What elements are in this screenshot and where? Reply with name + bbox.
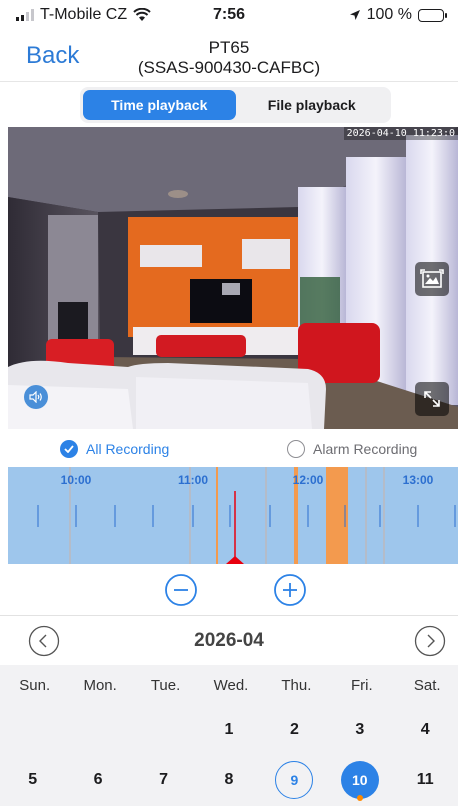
tab-file-playback[interactable]: File playback — [236, 90, 389, 120]
weekday-mon: Mon. — [83, 676, 117, 694]
camera-scene — [8, 127, 458, 429]
calendar-day-empty — [65, 705, 130, 755]
page-title: PT65 (SSAS-900430-CAFBC) — [0, 38, 458, 78]
playback-mode-segment: Time playback File playback — [80, 87, 391, 123]
sound-button[interactable] — [24, 385, 48, 409]
speaker-icon — [29, 391, 42, 403]
battery-percent: 100 % — [366, 6, 412, 23]
calendar-day[interactable]: 3 — [341, 711, 379, 749]
calendar-day[interactable]: 5 — [14, 761, 52, 799]
calendar-week-2: 5 6 7 8 9 10 11 — [0, 755, 458, 805]
zoom-in-button[interactable] — [273, 573, 307, 607]
video-timestamp: 2026-04-10 11:23:0 — [343, 127, 458, 140]
calendar: Sun. Mon. Tue. Wed. Thu. Fri. Sat. 1 2 3… — [0, 665, 458, 806]
calendar-day-today[interactable]: 9 — [275, 761, 314, 799]
calendar-day[interactable]: 8 — [210, 761, 248, 799]
recording-filter: All Recording Alarm Recording — [0, 437, 458, 463]
fullscreen-icon — [424, 391, 440, 407]
weekday-sun: Sun. — [19, 676, 51, 694]
calendar-day[interactable]: 7 — [145, 761, 183, 799]
next-month-button[interactable] — [414, 625, 446, 657]
minus-circle-icon — [165, 574, 197, 606]
weekday-sat: Sat. — [413, 676, 441, 694]
alarm-recording-option[interactable]: Alarm Recording — [287, 440, 417, 458]
timeline-label-3: 13:00 — [403, 473, 434, 487]
current-month: 2026-04 — [194, 630, 264, 651]
chevron-right-icon — [414, 625, 446, 657]
calendar-day[interactable]: 6 — [79, 761, 117, 799]
plus-circle-icon — [274, 574, 306, 606]
recording-indicator-dot — [356, 795, 363, 801]
calendar-day[interactable]: 2 — [275, 711, 313, 749]
snapshot-button[interactable] — [415, 262, 449, 296]
timeline-cursor-marker — [226, 556, 244, 564]
snapshot-image-icon — [420, 269, 444, 288]
timeline-label-2: 12:00 — [293, 473, 324, 487]
weekday-fri: Fri. — [350, 676, 373, 694]
calendar-day[interactable]: 1 — [210, 711, 248, 749]
device-id: (SSAS-900430-CAFBC) — [137, 58, 321, 77]
timeline-label-1: 11:00 — [178, 473, 208, 487]
tab-time-playback[interactable]: Time playback — [83, 90, 236, 120]
checkmark-icon — [60, 440, 78, 458]
device-name: PT65 — [208, 38, 250, 57]
fullscreen-button[interactable] — [415, 382, 449, 416]
navigation-bar: Back PT65 (SSAS-900430-CAFBC) — [0, 30, 458, 82]
weekday-wed: Wed. — [213, 676, 249, 694]
calendar-week-1: 1 2 3 4 — [0, 705, 458, 755]
all-recording-option[interactable]: All Recording — [60, 440, 169, 458]
calendar-day[interactable]: 4 — [406, 711, 444, 749]
weekday-header: Sun. Mon. Tue. Wed. Thu. Fri. Sat. — [0, 665, 458, 705]
alarm-recording-label: Alarm Recording — [313, 441, 418, 457]
month-navigator: 2026-04 — [0, 615, 458, 665]
weekday-tue: Tue. — [150, 676, 181, 694]
weekday-thu: Thu. — [281, 676, 312, 694]
calendar-day[interactable]: 11 — [406, 761, 444, 799]
calendar-day-empty — [0, 705, 65, 755]
status-bar: T-Mobile CZ 7:56 100 % — [0, 0, 458, 30]
battery-icon — [418, 8, 447, 22]
calendar-day-selected[interactable]: 10 — [340, 761, 379, 799]
zoom-out-button[interactable] — [164, 573, 198, 607]
radio-empty-icon — [287, 440, 305, 458]
all-recording-label: All Recording — [86, 441, 170, 457]
alarm-segment — [216, 467, 218, 564]
video-player[interactable]: 2026-04-10 11:23:0 — [8, 127, 458, 429]
calendar-day-empty — [131, 705, 196, 755]
location-arrow-icon — [349, 10, 360, 20]
recording-timeline[interactable]: 10:00 11:00 12:00 13:00 — [8, 467, 458, 564]
timeline-label-0: 10:00 — [61, 473, 92, 487]
